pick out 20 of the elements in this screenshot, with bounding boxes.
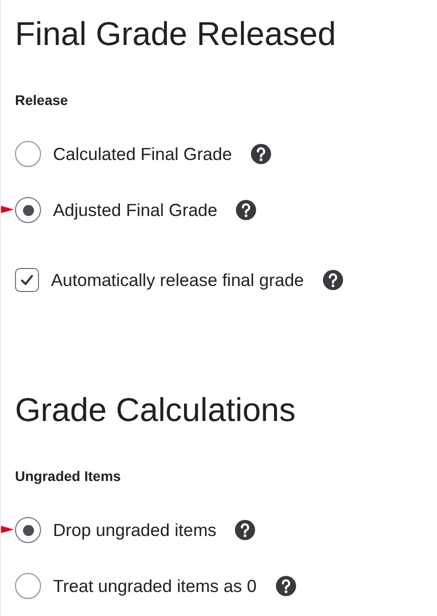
help-icon[interactable] [235,199,258,221]
section-heading: Final Grade Released [15,14,338,54]
option-label: Treat ungraded items as 0 [53,576,257,596]
radio-button[interactable] [15,197,41,223]
option-label: Calculated Final Grade [53,144,232,164]
group-label: Release [15,92,69,108]
option-label: Drop ungraded items [53,520,216,540]
group-label: Ungraded Items [15,468,122,484]
option-label: Automatically release final grade [51,270,304,290]
help-icon[interactable] [250,143,272,165]
help-icon[interactable] [322,269,344,291]
radio-button[interactable] [15,517,41,543]
radio-button[interactable] [15,573,41,599]
option-label: Adjusted Final Grade [53,200,218,220]
checkmark-icon [19,272,35,288]
section-heading: Grade Calculations [15,390,297,430]
help-icon[interactable] [234,519,256,541]
checkbox[interactable] [15,268,39,292]
help-icon[interactable] [274,575,297,597]
radio-button[interactable] [15,141,41,167]
